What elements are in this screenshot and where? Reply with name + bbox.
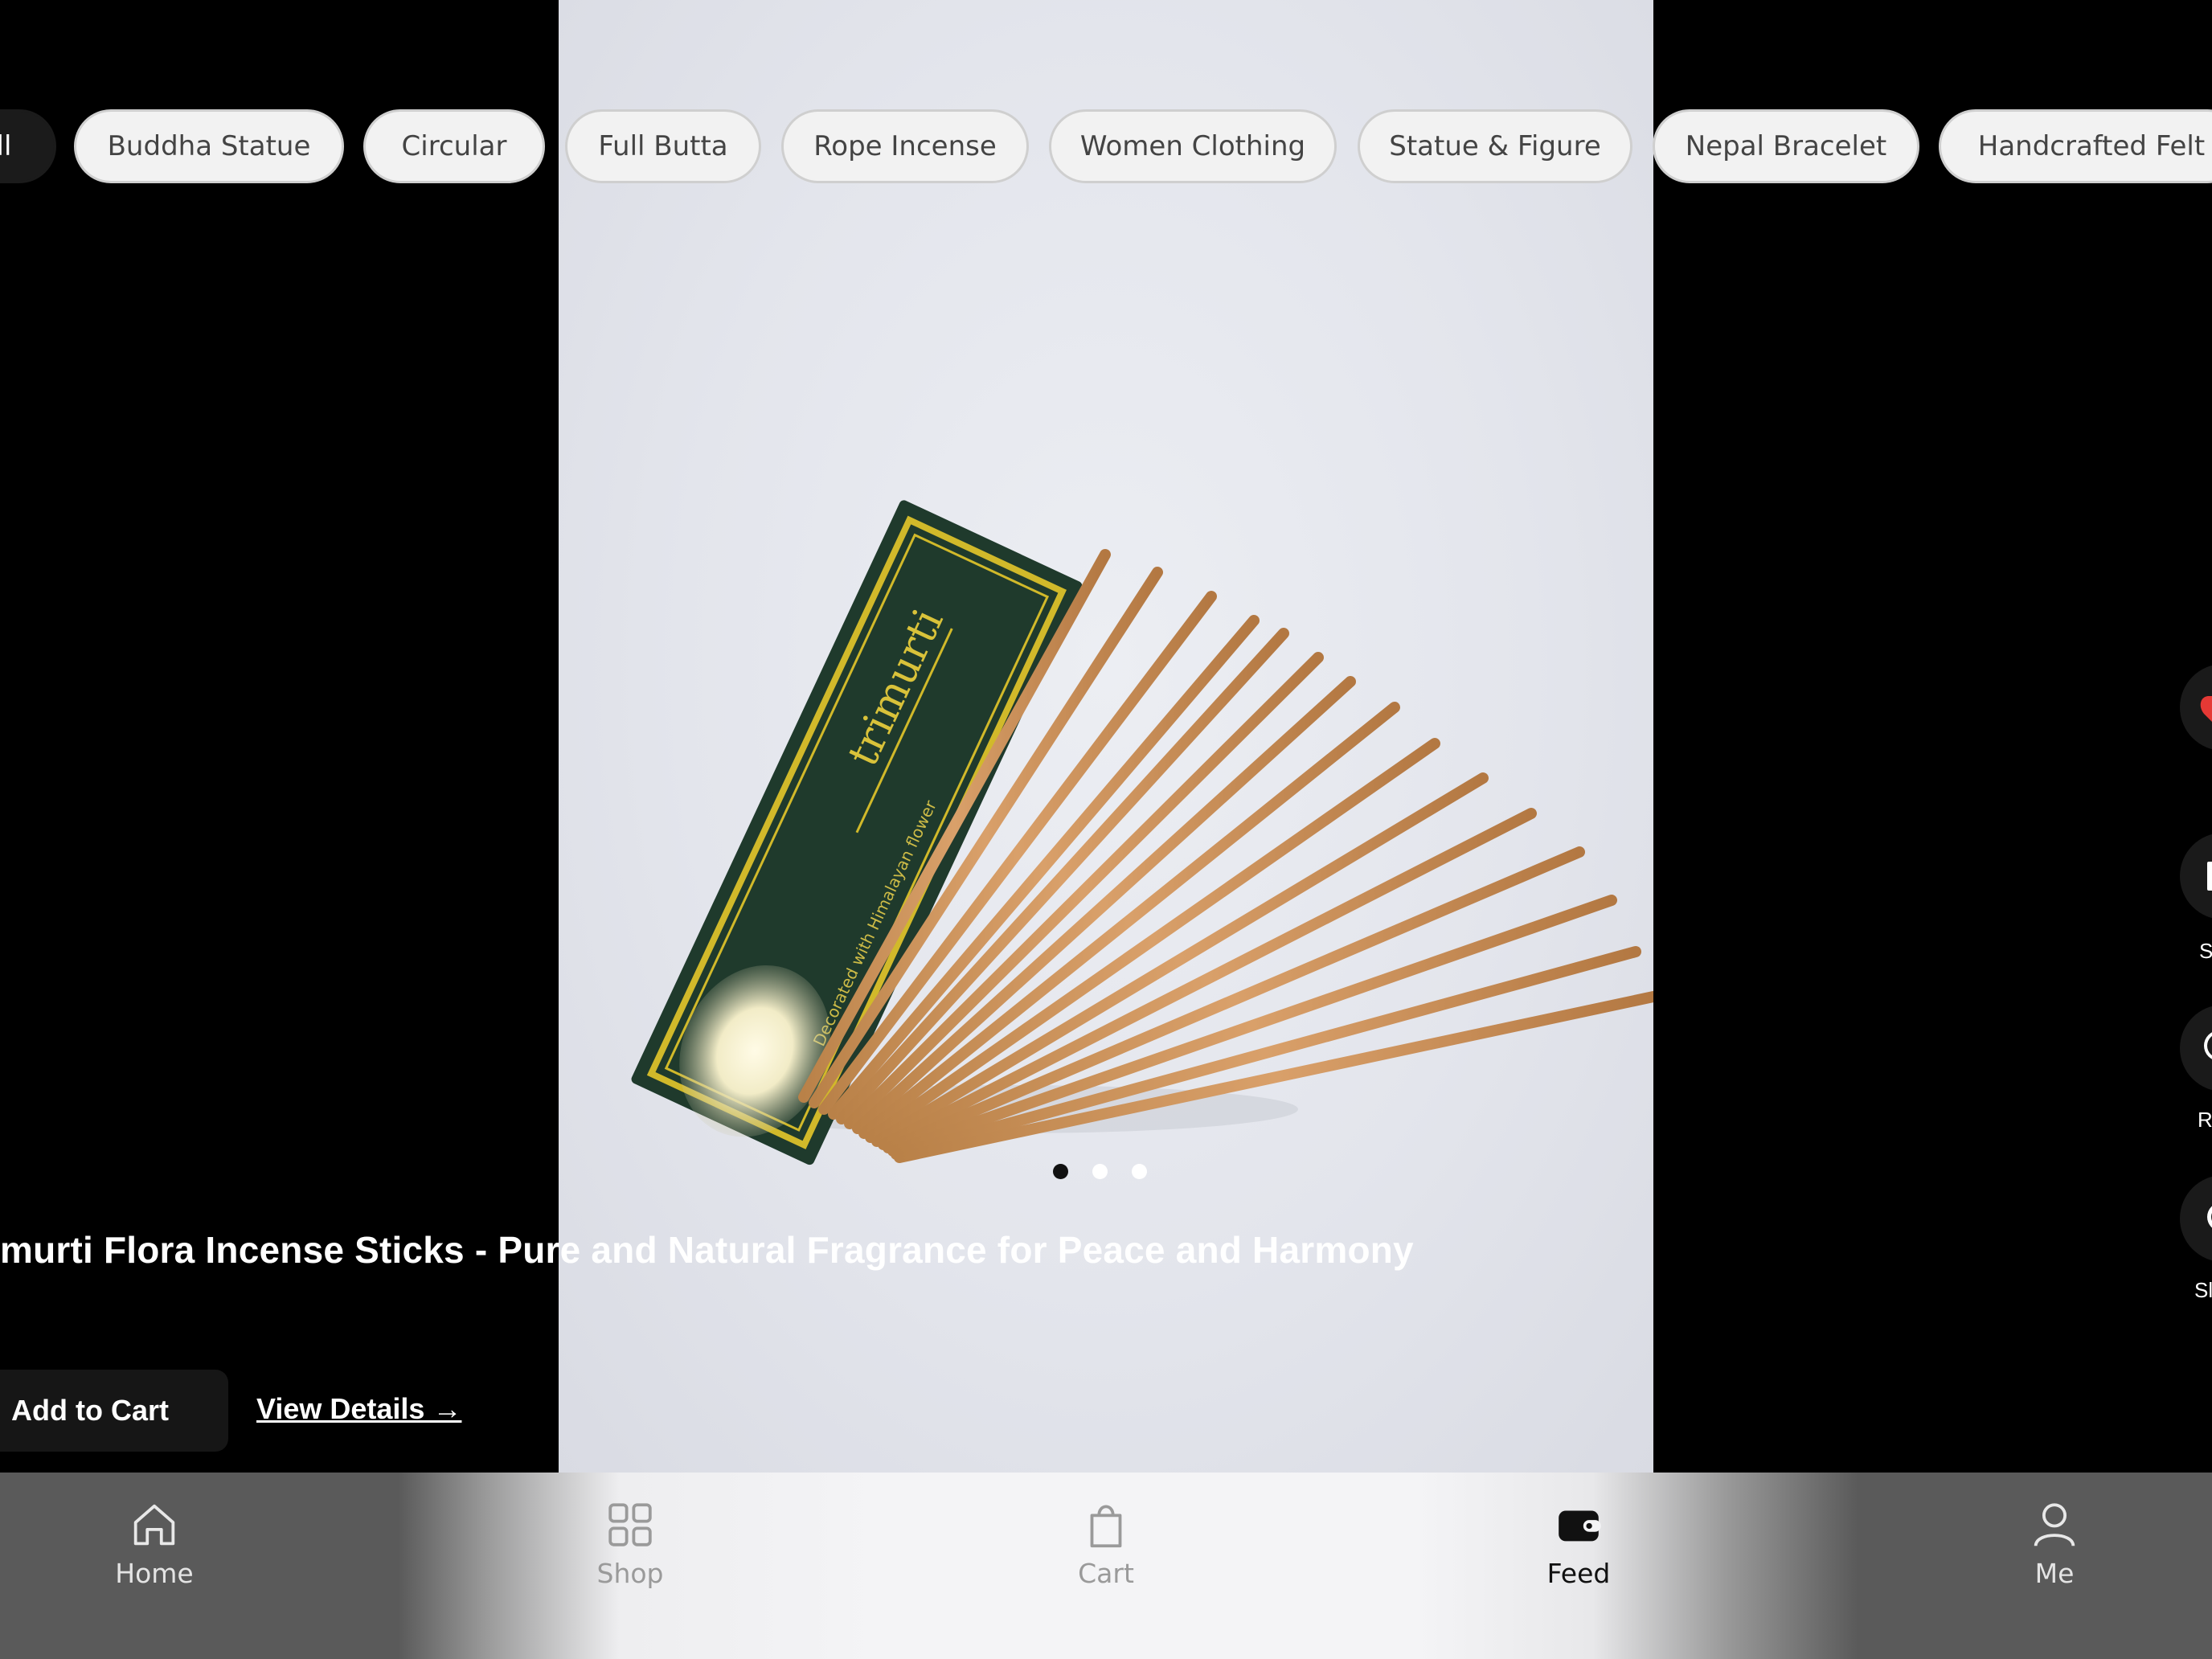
share-icon (2207, 1202, 2212, 1231)
pagination-dot-3[interactable] (1132, 1164, 1147, 1179)
nav-home-label: Home (115, 1558, 194, 1589)
chip-buddha-statue[interactable]: Buddha Statue (74, 109, 344, 183)
pagination-dot-1[interactable] (1053, 1164, 1068, 1179)
chip-circular[interactable]: Circular (363, 109, 545, 183)
pagination-dot-2[interactable] (1092, 1164, 1108, 1179)
chip-nepal-bracelet[interactable]: Nepal Bracelet (1653, 109, 1919, 183)
bag-icon (1090, 1505, 1122, 1548)
nav-me-label: Me (2034, 1558, 2075, 1589)
heart-icon (2200, 696, 2212, 722)
nav-cart-label: Cart (1078, 1558, 1134, 1589)
nav-feed-label: Feed (1546, 1558, 1611, 1589)
save-button[interactable] (2180, 833, 2212, 920)
nav-cart[interactable]: Cart (1026, 1497, 1186, 1589)
chip-handcrafted-felt[interactable]: Handcrafted Felt (1939, 109, 2212, 183)
chip-women-clothing[interactable]: Women Clothing (1049, 109, 1337, 183)
like-button[interactable] (2180, 664, 2212, 751)
chip-full-butta[interactable]: Full Butta (565, 109, 761, 183)
chip-all[interactable]: ll (0, 109, 56, 183)
add-to-cart-button[interactable]: Add to Cart (0, 1370, 228, 1452)
home-icon (133, 1504, 175, 1546)
bookmark-icon (2207, 862, 2212, 891)
rail-label-save: S (2199, 939, 2212, 963)
nav-shop[interactable]: Shop (550, 1497, 711, 1589)
wallet-icon (1559, 1510, 1601, 1542)
product-title: murti Flora Incense Sticks - Pure and Na… (0, 1229, 1414, 1271)
rail-label-review: R (2198, 1108, 2212, 1132)
share-button[interactable] (2180, 1175, 2212, 1262)
nav-feed[interactable]: Feed (1498, 1497, 1659, 1589)
comment-icon (2204, 1030, 2212, 1061)
grid-icon (608, 1503, 652, 1546)
rail-label-share: Sl (2194, 1278, 2212, 1302)
nav-me[interactable]: Me (1974, 1497, 2135, 1589)
nav-shop-label: Shop (596, 1558, 664, 1589)
chip-statue-figure[interactable]: Statue & Figure (1358, 109, 1632, 183)
chip-rope-incense[interactable]: Rope Incense (781, 109, 1029, 183)
category-chips: ll Buddha Statue Circular Full Butta Rop… (0, 109, 2212, 186)
add-to-cart-label: Add to Cart (11, 1394, 169, 1427)
view-details-link[interactable]: View Details → (256, 1392, 461, 1426)
image-pagination (1053, 1164, 1147, 1179)
feed-screen: trimurti Decorated with Himalayan flower (0, 0, 2212, 1659)
bottom-navigation: Home Shop Cart Feed Me (0, 1473, 2212, 1659)
nav-home[interactable]: Home (74, 1497, 235, 1589)
review-button[interactable] (2180, 1005, 2212, 1092)
user-icon (2034, 1503, 2075, 1546)
